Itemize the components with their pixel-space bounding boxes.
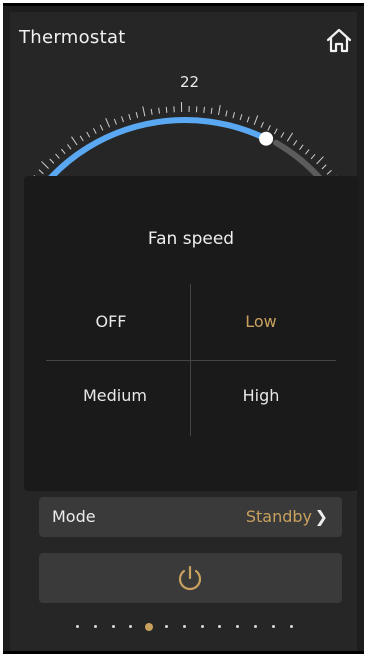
dial-tick: [105, 117, 111, 128]
fan-speed-dialog: Fan speed OFF Low Medium High: [24, 176, 358, 491]
dial-tick: [79, 135, 84, 142]
dial-tick: [67, 144, 72, 150]
dial-tick: [316, 156, 324, 165]
dial-tick: [310, 154, 316, 160]
dial-tick: [203, 106, 205, 113]
dial-tick: [99, 124, 104, 131]
dial-ticks: [33, 102, 337, 180]
dial-tick: [239, 114, 243, 121]
dial-tick: [142, 106, 146, 117]
setpoint-value: 22: [180, 73, 200, 91]
dial-tick: [273, 128, 278, 135]
dial-tick: [305, 149, 310, 155]
fan-option-off[interactable]: OFF: [51, 312, 171, 331]
dial-tick: [49, 158, 55, 164]
fan-option-high[interactable]: High: [201, 386, 321, 405]
chevron-right-icon: ❯: [314, 507, 328, 526]
fan-option-medium[interactable]: Medium: [55, 386, 175, 405]
power-icon: [178, 565, 202, 591]
dial-tick: [38, 169, 44, 175]
page-dot[interactable]: [76, 625, 79, 628]
dial-tick: [150, 108, 153, 115]
dial-tick: [113, 118, 117, 125]
page-dot[interactable]: [271, 625, 275, 628]
dial-tick: [293, 140, 298, 146]
dial-tick: [165, 106, 168, 113]
mode-label: Mode: [52, 507, 96, 526]
dial-tick: [253, 115, 259, 125]
dial-tick: [246, 116, 250, 123]
dial-tick: [86, 131, 91, 138]
dial-tick: [41, 161, 49, 169]
dial-tick: [60, 148, 66, 155]
dial-tick: [158, 107, 160, 114]
page-dot[interactable]: [165, 625, 168, 628]
dial-tick: [71, 136, 78, 146]
page-dot[interactable]: [200, 625, 204, 628]
dial-tick: [210, 107, 213, 114]
page-dot[interactable]: [111, 625, 115, 628]
page-dot[interactable]: [182, 625, 186, 628]
dial-tick: [286, 132, 293, 142]
fan-option-low[interactable]: Low: [201, 312, 321, 331]
dial-knob: [259, 131, 274, 146]
page-dot[interactable]: [254, 625, 257, 628]
dial-tick: [232, 112, 235, 119]
dial-tick: [135, 111, 139, 119]
dial-tick: [225, 110, 228, 117]
dial-tick: [92, 128, 97, 134]
mode-value: Standby: [245, 507, 312, 526]
dial-tick: [326, 169, 332, 175]
dial-tick: [218, 104, 221, 116]
power-button[interactable]: [39, 553, 342, 603]
grid-divider-horizontal: [46, 360, 336, 361]
dial-tick: [260, 121, 264, 128]
dial-tick: [128, 113, 131, 120]
page-dot[interactable]: [289, 625, 293, 628]
page-dot[interactable]: [93, 625, 97, 628]
mode-row[interactable]: Mode Standby ❯: [39, 497, 342, 537]
dial-tick: [55, 153, 60, 159]
dialog-title: Fan speed: [147, 229, 235, 249]
dial-tick: [267, 125, 271, 131]
dial-tick: [121, 116, 124, 123]
dial-tick: [321, 164, 327, 170]
dial-tick: [299, 144, 304, 150]
setpoint-arc: [44, 117, 270, 180]
dial-tick: [280, 132, 285, 138]
